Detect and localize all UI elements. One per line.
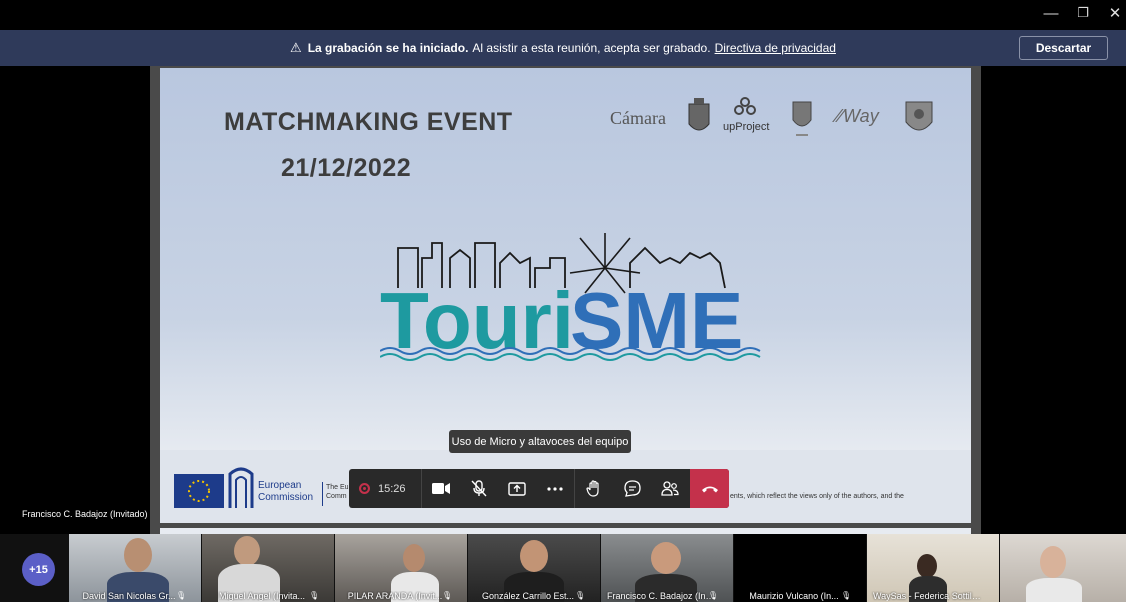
raise-hand-button[interactable] [575,469,613,508]
close-button[interactable]: ✕ [1099,0,1126,26]
crest-logo-3 [905,101,933,131]
camera-button[interactable] [422,469,460,508]
camera-icon [432,483,450,494]
close-icon: ✕ [1108,5,1122,22]
banner-bold-text: La grabación se ha iniciado. [307,41,469,55]
mic-off-icon: 🎙 [442,591,453,600]
slide-date: 21/12/2022 [281,154,412,182]
participant-tile[interactable]: González Carrillo Est... 🎙 [468,534,600,602]
eu-flag-icon [174,474,224,508]
share-screen-icon [508,481,526,496]
minimize-button[interactable]: — [1035,0,1067,26]
camara-logo: Cámara [610,108,666,128]
presenter-name: Francisco C. Badajoz (Invitado) [22,509,148,519]
slide-title: MATCHMAKING EVENT [224,108,513,136]
share-button[interactable] [498,469,536,508]
recording-banner: ⚠ La grabación se ha iniciado. Al asisti… [0,30,1126,66]
participant-video [234,536,260,566]
title-bar: — ❐ ✕ [0,0,1126,30]
chat-icon [623,480,641,497]
raise-hand-icon [586,480,599,497]
mic-off-icon: 🎙 [575,591,586,600]
more-icon [547,486,563,491]
mic-off-icon: 🎙 [708,591,719,600]
participant-video [520,540,548,572]
mic-off-icon: 🎙 [841,591,852,600]
participant-tile[interactable]: Maurizio Vulcano (In... 🎙 [734,534,866,602]
eu-name-line-2: Commission [258,492,314,503]
participant-tile[interactable]: Francisco C. Badajoz (Invit... 🎙 [601,534,733,602]
participant-tile[interactable]: WaySas - Federica Sottile ... [867,534,999,602]
mic-button[interactable] [460,469,498,508]
ec-building-icon [228,467,254,508]
mic-off-icon: 🎙 [176,591,187,600]
presentation-slide: MATCHMAKING EVENT 21/12/2022 Cámara upPr… [160,68,971,523]
eu-side-line-1: The Eu [326,484,349,491]
participant-video [917,554,937,578]
timer-value: 15:26 [378,482,406,495]
crest-logo-1 [688,98,710,131]
discard-button[interactable]: Descartar [1019,36,1108,60]
eu-name-line-1: European [258,480,302,491]
mic-off-icon: 🎙 [309,591,320,600]
leave-button[interactable] [690,469,729,508]
more-options-button[interactable] [536,469,574,508]
restore-button[interactable]: ❐ [1067,0,1099,26]
hangup-icon [701,486,718,492]
participants-icon [661,481,679,496]
more-participants-badge[interactable]: +15 [22,553,55,586]
participant-tile[interactable] [1000,534,1126,602]
way-logo: ⁄⁄Way [837,106,879,126]
mic-off-icon [471,480,487,497]
participants-button[interactable] [651,469,689,508]
participant-video [1040,546,1066,578]
privacy-link[interactable]: Directiva de privacidad [715,41,836,55]
recording-timer: 15:26 [349,469,422,508]
tourisme-logo: Touri SME [380,233,761,363]
recording-icon [359,483,370,494]
meeting-controls: 15:26 [349,469,729,508]
footer-disclaimer: ents, which reflect the views only of th… [730,493,904,500]
minimize-icon: — [1043,4,1059,22]
participant-video [124,538,152,572]
eu-commission-text: European Commission [258,480,313,504]
participant-name: WaySas - Federica Sottile ... [873,591,987,601]
partner-logos: Cámara upProject ⁄⁄Way [610,96,950,140]
restore-icon: ❐ [1077,5,1089,20]
eu-side-text: The Eu Comm [326,483,349,501]
participant-tile[interactable]: David San Nicolas Gr... 🎙 [69,534,201,602]
warning-icon: ⚠ [290,40,302,55]
eu-side-line-2: Comm [326,493,347,500]
chat-button[interactable] [613,469,651,508]
participant-video [403,544,425,572]
crest-logo-2 [792,101,812,136]
participant-tile[interactable]: PILAR ARANDA (Invit... 🎙 [335,534,467,602]
participant-video [651,542,681,574]
upproject-mark-icon [734,97,756,115]
upproject-text: upProject [723,121,770,133]
way-logo-text: Way [843,106,879,126]
audio-tooltip: Uso de Micro y altavoces del equipo [449,430,631,453]
upproject-logo: upProject [723,96,770,133]
footer-divider [322,482,323,506]
participant-tile[interactable]: Miguel Angel (Invita... 🎙 [202,534,334,602]
banner-text: Al asistir a esta reunión, acepta ser gr… [472,41,711,55]
participant-body [1026,578,1082,602]
